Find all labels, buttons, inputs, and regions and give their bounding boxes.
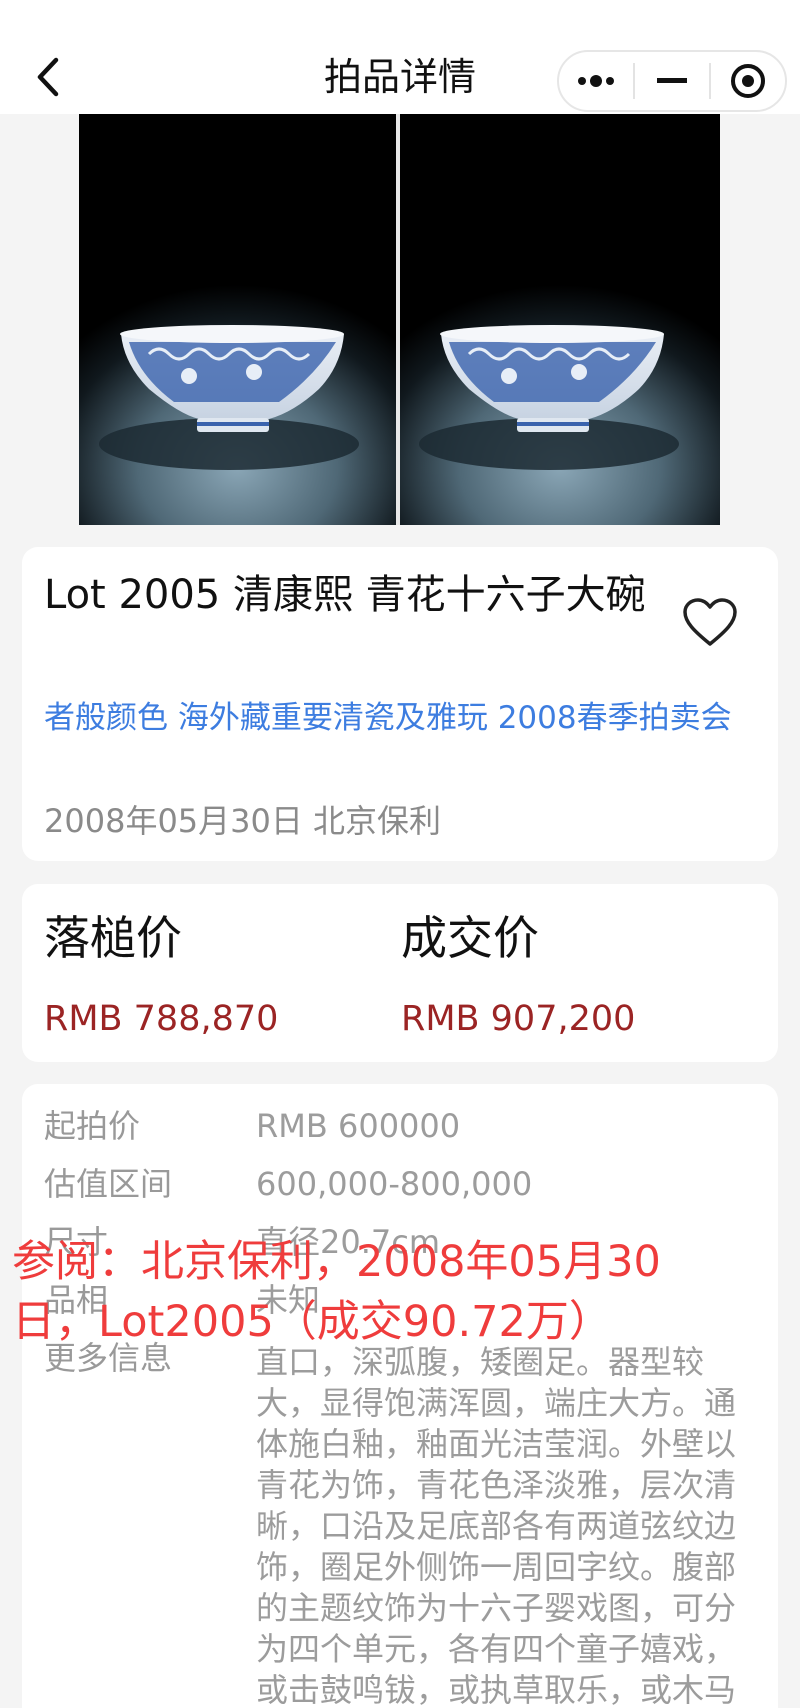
hammer-price-label: 落槌价 [44,911,182,965]
more-button[interactable] [559,52,633,110]
target-close-icon [731,64,765,98]
minus-icon [657,78,687,83]
auction-date-house: 2008年05月30日 北京保利 [44,802,442,840]
final-price-value: RMB 907,200 [401,999,636,1039]
reference-annotation: 参阅：北京保利，2008年05月30日，Lot2005（成交90.72万） [12,1237,661,1347]
auction-sale-link[interactable]: 者般颜色 海外藏重要清瓷及雅玩 2008春季拍卖会 [44,698,744,738]
lot-image[interactable] [79,114,720,525]
favorite-button[interactable] [682,598,738,648]
minimize-button[interactable] [635,52,709,110]
info-label-estimate: 估值区间 [44,1165,173,1203]
lot-title: Lot 2005 清康熙 青花十六子大碗 [44,572,646,618]
miniapp-capsule [557,50,787,112]
top-navbar: 拍品详情 [0,0,800,114]
close-miniapp-button[interactable] [711,52,785,110]
heart-outline-icon [683,598,737,646]
info-value-more: 直口，深弧腹，矮圈足。器型较大，显得饱满浑圆，端庄大方。通体施白釉，釉面光洁莹润… [256,1343,737,1708]
info-value-estimate: 600,000-800,000 [256,1165,533,1203]
info-value-start-price: RMB 600000 [256,1107,461,1145]
final-price-label: 成交价 [401,911,539,965]
more-dots-icon [578,75,614,87]
hammer-price-value: RMB 788,870 [44,999,279,1039]
info-label-start-price: 起拍价 [44,1107,141,1145]
